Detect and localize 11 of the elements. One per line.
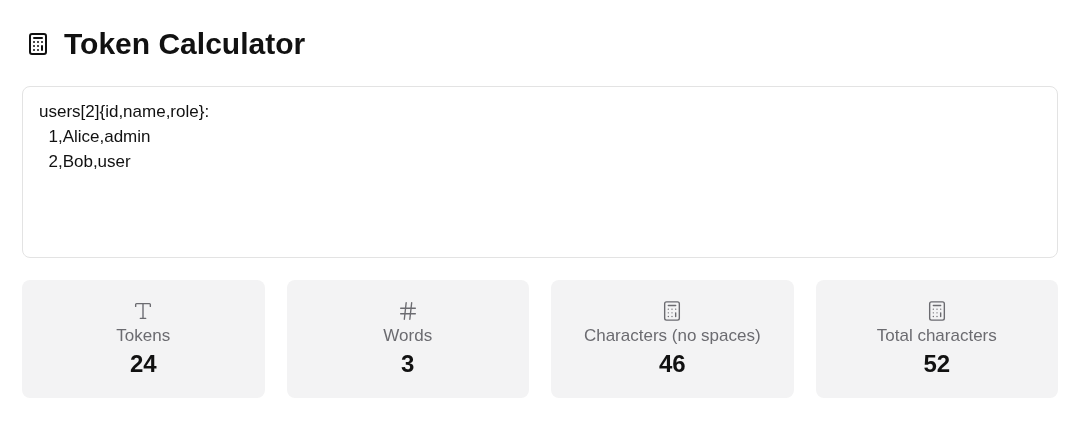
stat-value: 46 bbox=[658, 350, 686, 378]
stat-label: Tokens bbox=[116, 326, 171, 346]
stat-label: Words bbox=[383, 326, 433, 346]
page-title: Token Calculator bbox=[64, 27, 306, 61]
stat-value: 52 bbox=[923, 350, 951, 378]
stat-value: 24 bbox=[129, 350, 157, 378]
stat-label: Total characters bbox=[876, 326, 997, 346]
text-input-field[interactable]: users[2]{id,name,role}: 1,Alice,admin 2,Bob,user bbox=[22, 86, 1058, 258]
stat-label: Characters (no spaces) bbox=[583, 326, 761, 346]
calculator-icon bbox=[26, 32, 50, 56]
stat-value: 3 bbox=[401, 350, 415, 378]
